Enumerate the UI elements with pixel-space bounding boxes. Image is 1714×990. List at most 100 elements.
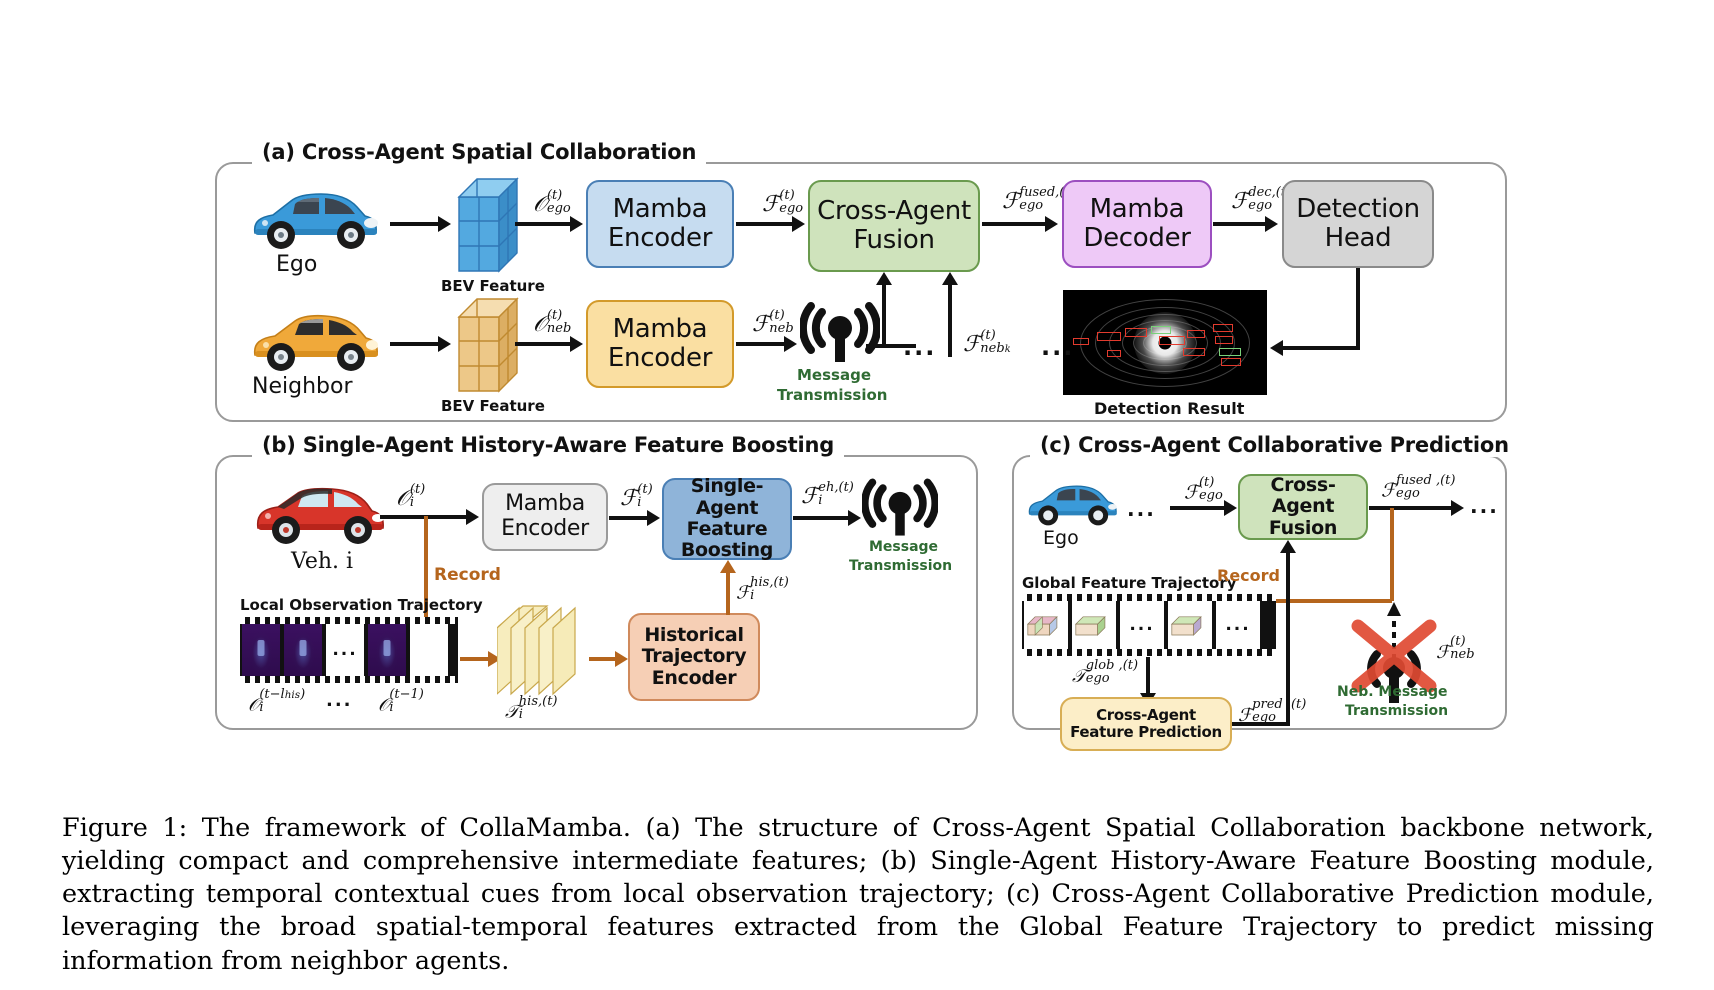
arrow-hist-to-boosting bbox=[726, 573, 730, 615]
math-feat-neb-k: ℱ (t) nebk bbox=[963, 328, 1011, 358]
arrow-head bbox=[876, 272, 892, 285]
arrow-head bbox=[1224, 500, 1237, 516]
arrow-bev-to-encoder-neb bbox=[515, 342, 570, 346]
ellipsis-right-a: ... bbox=[1041, 333, 1075, 361]
record-label-c: Record bbox=[1217, 566, 1280, 585]
arrow-fusion-to-decoder bbox=[982, 222, 1045, 226]
arrow-head bbox=[1265, 216, 1278, 232]
detection-result-label: Detection Result bbox=[1094, 399, 1245, 418]
vehicle-i-label: Veh. i bbox=[291, 549, 354, 574]
arrow-to-fusion-c bbox=[1170, 506, 1224, 510]
cross-agent-fusion-a-line1: Cross-Agent bbox=[817, 195, 971, 226]
arrow-nebk-up-to-fusion bbox=[948, 285, 952, 357]
message-transmission-antenna-icon-a bbox=[798, 302, 882, 368]
math-feat-pred: ℱpred ,(t) ego bbox=[1238, 697, 1307, 726]
arrow-boosting-to-antenna bbox=[793, 516, 848, 520]
filmstrip-frame bbox=[284, 624, 322, 676]
neighbor-car-icon bbox=[243, 305, 383, 381]
single-agent-feature-boosting: Single-Agent Feature Boosting bbox=[662, 475, 792, 562]
arrow-ego-car-to-bev bbox=[390, 222, 438, 226]
math-obs-i: 𝒪 (t) i bbox=[396, 482, 426, 512]
arrow-fusion-out-c bbox=[1369, 506, 1451, 510]
panel-c-title: (c) Cross-Agent Collaborative Prediction bbox=[1030, 433, 1519, 457]
arrow-encoder-to-fusion-ego bbox=[736, 222, 792, 226]
hist-encoder-line3: Encoder bbox=[651, 666, 737, 689]
figure-container: (a) Cross-Agent Spatial Collaboration Eg… bbox=[0, 0, 1714, 990]
math-feat-neb-c: ℱ (t) neb bbox=[1436, 634, 1475, 663]
cross-agent-fusion-a-line2: Fusion bbox=[853, 225, 935, 255]
bev-feature-cube-neighbor bbox=[455, 295, 525, 399]
historical-trajectory-encoder: Historical Trajectory Encoder bbox=[628, 613, 760, 701]
message-transmission-label-b-line2: Transmission bbox=[849, 558, 953, 574]
arrow-head bbox=[1451, 500, 1464, 516]
arrow-head bbox=[942, 272, 958, 285]
message-transmission-antenna-icon-b bbox=[860, 478, 940, 542]
vehicle-i-car-icon bbox=[248, 478, 388, 554]
arrow-head bbox=[1045, 216, 1058, 232]
ellipsis-left-a: ... bbox=[903, 333, 937, 361]
mamba-encoder-ego-line2: Encoder bbox=[607, 223, 713, 253]
detection-result-image bbox=[1063, 290, 1267, 395]
cross-agent-fusion-c-line1: Cross-Agent bbox=[1270, 474, 1336, 518]
math-feat-fused-c: ℱfused ,(t) ego bbox=[1381, 473, 1456, 502]
mamba-encoder-neb-line1: Mamba bbox=[612, 313, 708, 344]
cross-agent-fusion-c-line2: Fusion bbox=[1268, 516, 1338, 539]
historical-trajectory-planes bbox=[496, 604, 587, 700]
detection-head-line2: Head bbox=[1324, 223, 1392, 253]
filmstrip-frame-last bbox=[410, 624, 448, 676]
panel-b-title: (b) Single-Agent History-Aware Feature B… bbox=[252, 433, 845, 457]
boosting-line3: Boosting bbox=[680, 539, 774, 562]
filmstrip-frame-c-ellipsis: ... bbox=[1216, 601, 1260, 649]
arrow-head bbox=[1280, 540, 1296, 553]
neb-message-label-line2: Transmission bbox=[1345, 703, 1449, 719]
arrow-head-down bbox=[1356, 268, 1360, 350]
neb-message-label-line1: Neb. Message bbox=[1337, 684, 1448, 700]
mamba-encoder-b-line2: Encoder bbox=[501, 516, 589, 541]
detection-head: Detection Head bbox=[1282, 180, 1434, 268]
arrow-head bbox=[848, 510, 861, 526]
boosting-line1: Single-Agent bbox=[690, 475, 764, 519]
math-feat-ego: ℱ (t) ego bbox=[762, 188, 804, 218]
hist-encoder-line1: Historical bbox=[644, 624, 744, 647]
figure-caption: Figure 1: The framework of CollaMamba. (… bbox=[62, 813, 1654, 976]
obs-ellipsis-b: ... bbox=[326, 690, 353, 711]
arrow-encoder-to-boosting bbox=[609, 516, 647, 520]
ego-label: Ego bbox=[276, 252, 318, 277]
mamba-encoder-neb-line2: Encoder bbox=[607, 343, 713, 373]
filmstrip-ellipsis-b: ... bbox=[332, 640, 358, 660]
math-feat-neb: ℱ (t) neb bbox=[752, 308, 794, 338]
arrow-encoder-to-antenna-neb bbox=[736, 342, 784, 346]
arrow-head bbox=[570, 336, 583, 352]
arrow-head bbox=[570, 216, 583, 232]
mamba-encoder-b: Mamba Encoder bbox=[482, 483, 608, 551]
boosting-line2: Feature bbox=[686, 518, 768, 540]
arrow-head bbox=[438, 336, 451, 352]
mamba-encoder-ego-line1: Mamba bbox=[612, 193, 708, 224]
record-label-b: Record bbox=[434, 565, 501, 585]
math-obs-neb: 𝒪 (t) neb bbox=[533, 308, 572, 338]
arrow-head bbox=[466, 509, 479, 525]
math-obs-first: 𝒪 (t−lhis) i bbox=[248, 687, 306, 716]
local-observation-trajectory-filmstrip: ... bbox=[240, 617, 458, 683]
cross-agent-feature-prediction: Cross-Agent Feature Prediction bbox=[1060, 697, 1232, 751]
filmstrip-frame-ellipsis: ... bbox=[326, 624, 364, 676]
detection-head-line1: Detection bbox=[1296, 193, 1420, 224]
arrow-traj-glob-down bbox=[1146, 657, 1150, 695]
message-transmission-label-a-line1: Message bbox=[797, 366, 871, 384]
mamba-encoder-ego: Mamba Encoder bbox=[586, 180, 734, 268]
arrow-head bbox=[1270, 340, 1283, 356]
bev-feature-label-neighbor: BEV Feature bbox=[441, 397, 545, 415]
math-obs-last: 𝒪 (t−1) i bbox=[378, 687, 424, 716]
mamba-decoder-line2: Decoder bbox=[1083, 223, 1191, 253]
filmstrip-frame-c-ellipsis: ... bbox=[1120, 601, 1164, 649]
record-line-c-vert-right bbox=[1390, 508, 1394, 601]
filmstrip-frame bbox=[242, 624, 280, 676]
arrow-vehicle-to-encoder-b bbox=[380, 515, 466, 519]
arrow-neb-car-to-bev bbox=[390, 342, 438, 346]
math-feat-eh: ℱeh,(t) i bbox=[801, 480, 854, 510]
math-feat-ego-c: ℱ (t) ego bbox=[1184, 475, 1223, 504]
arrow-head bbox=[792, 216, 805, 232]
arrow-head bbox=[720, 560, 736, 573]
ego-car-icon bbox=[243, 183, 383, 259]
global-feature-trajectory-label: Global Feature Trajectory bbox=[1022, 574, 1237, 592]
